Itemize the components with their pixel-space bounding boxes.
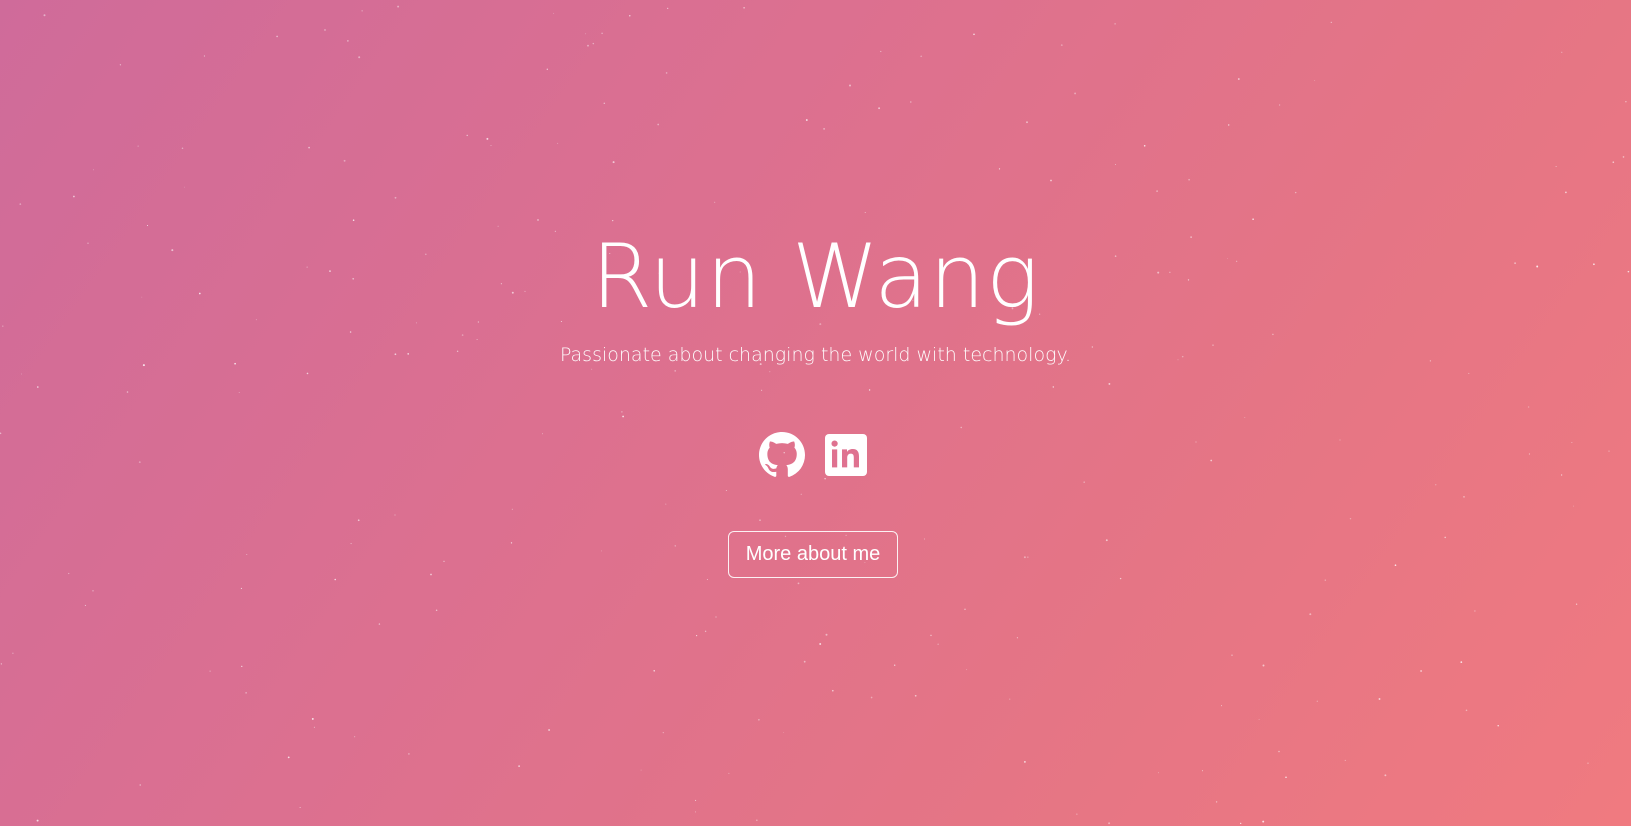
linkedin-link[interactable]	[822, 431, 870, 479]
hero-section: Run Wang Passionate about changing the w…	[0, 0, 1631, 826]
social-links	[758, 431, 870, 479]
more-about-me-button[interactable]: More about me	[728, 531, 898, 578]
github-link[interactable]	[758, 431, 806, 479]
tagline: Passionate about changing the world with…	[559, 344, 1072, 366]
linkedin-icon	[825, 434, 867, 476]
github-icon	[759, 432, 806, 477]
page-title: Run Wang	[591, 225, 1040, 328]
